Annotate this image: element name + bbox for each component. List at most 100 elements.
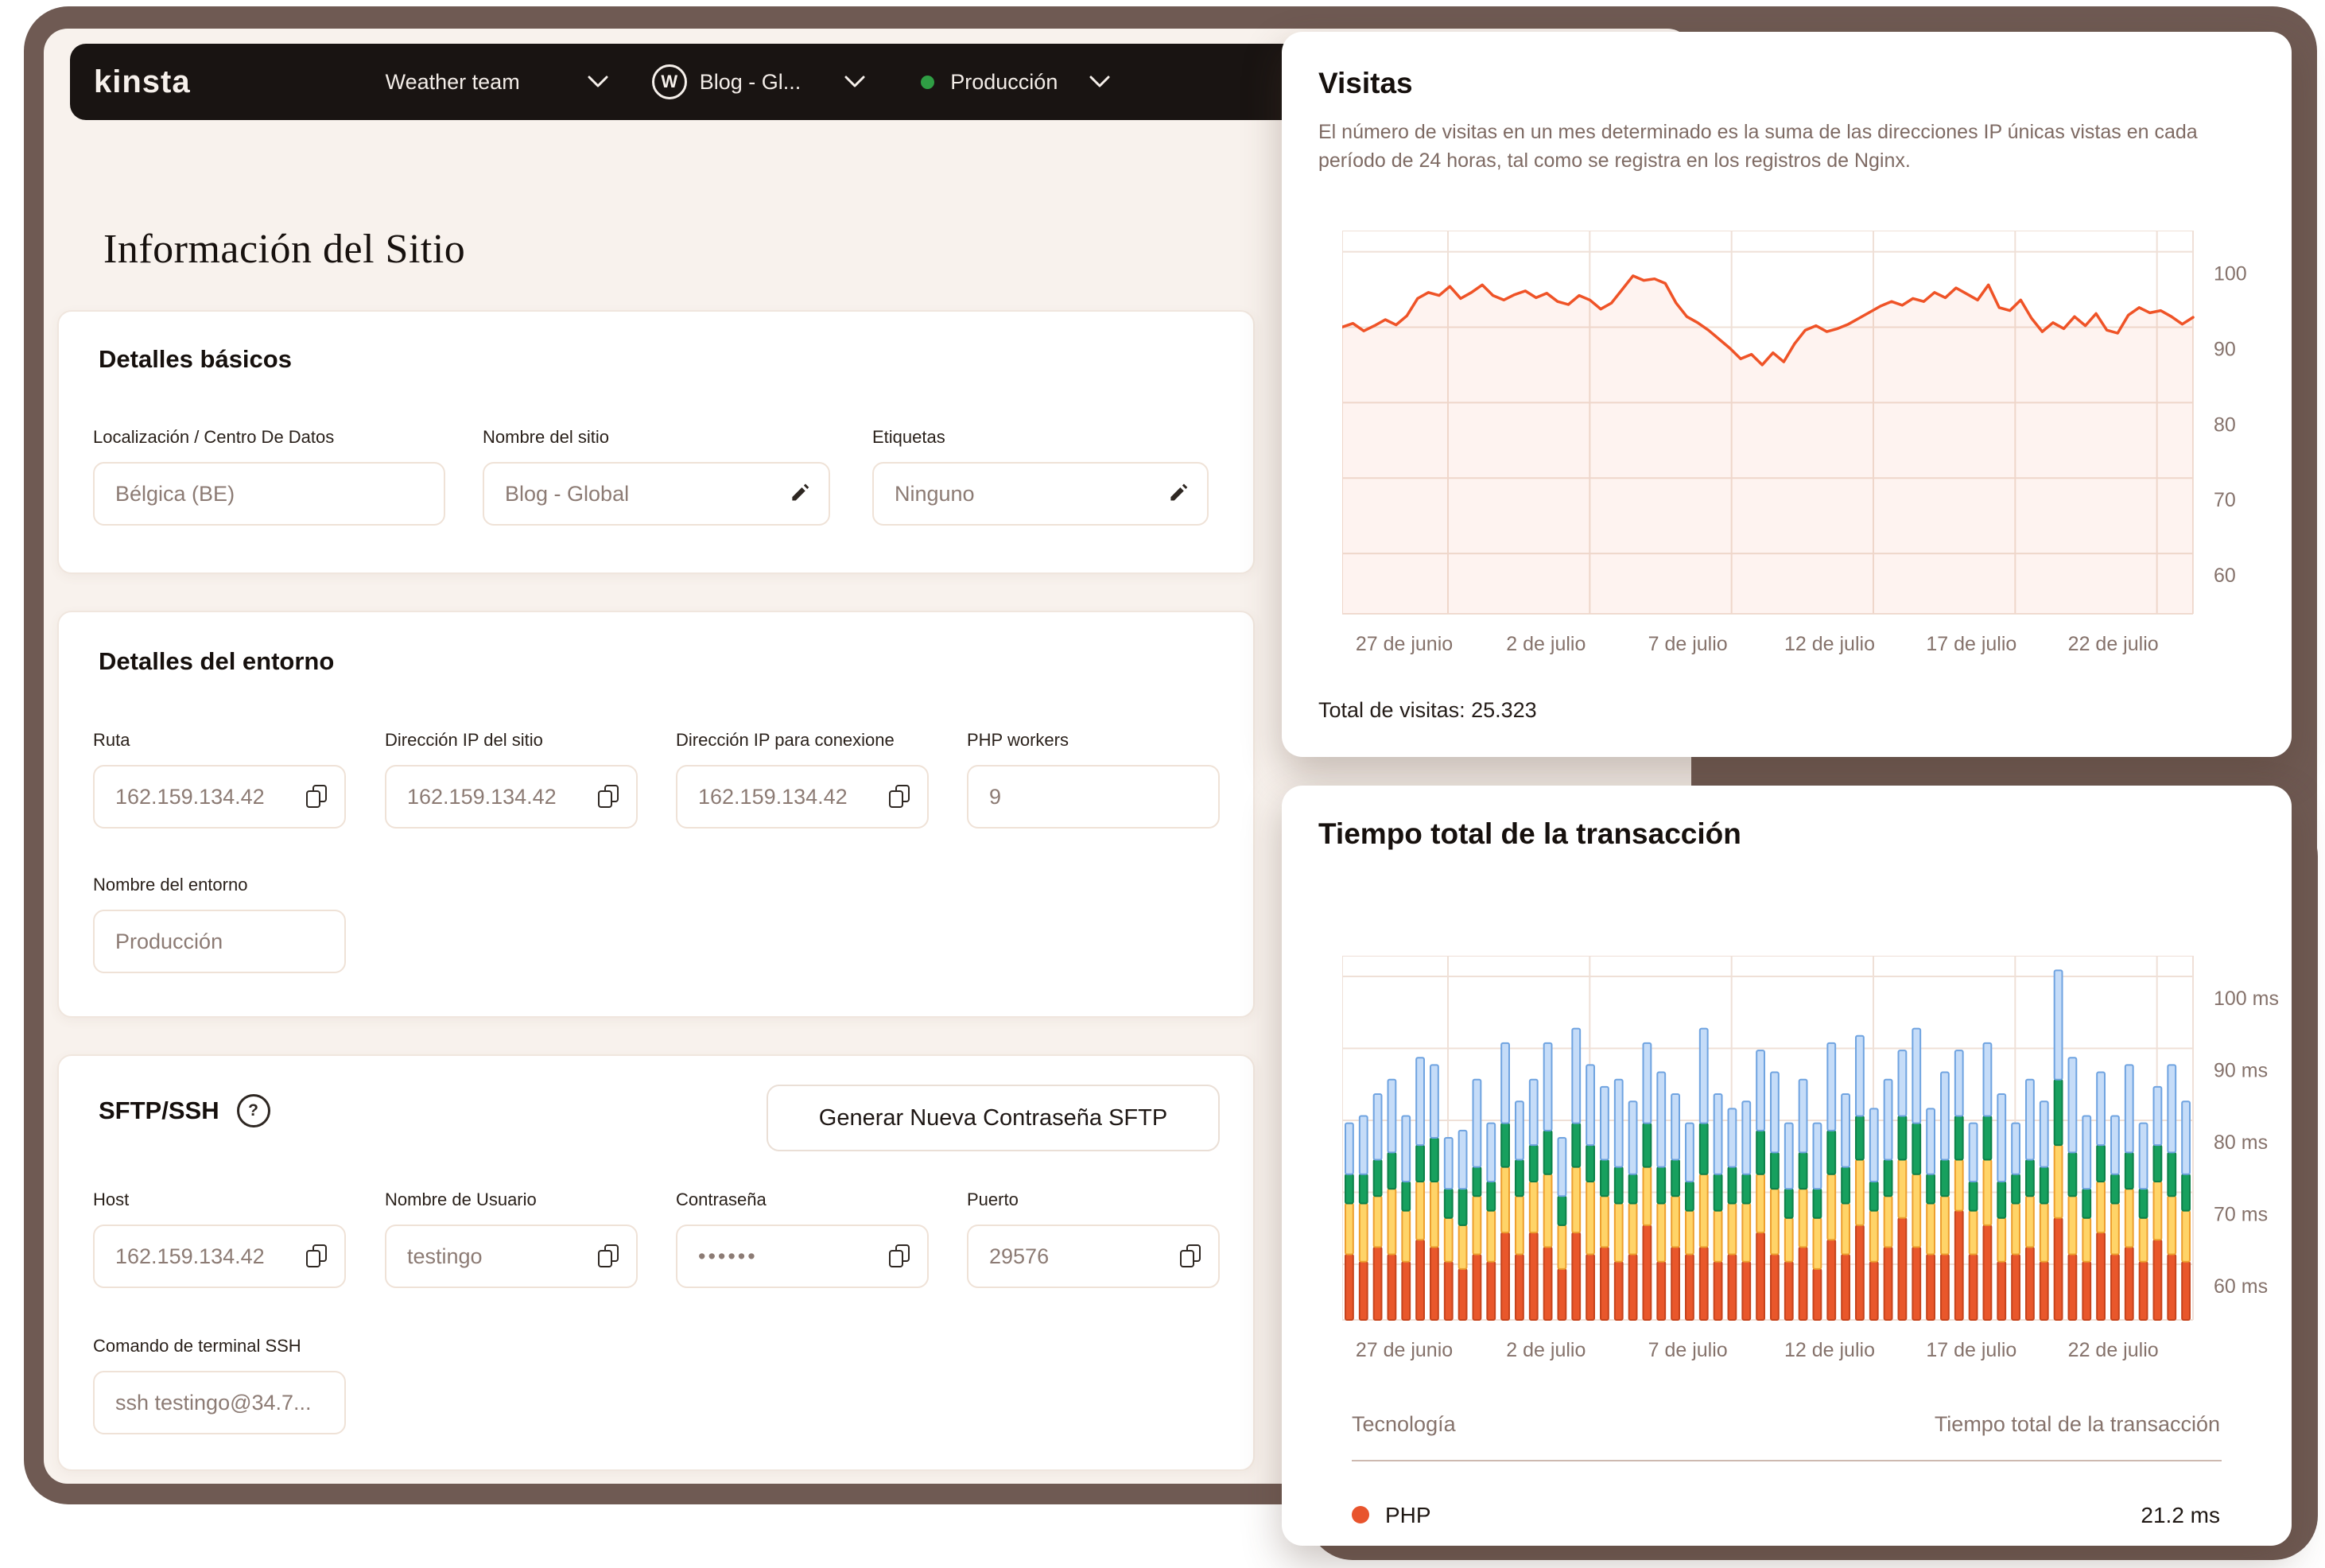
svg-text:2 de julio: 2 de julio (1506, 1339, 1586, 1361)
php-legend-dot (1352, 1506, 1369, 1523)
team-selector[interactable]: Weather team (386, 70, 608, 95)
environment-selector[interactable]: Producción (921, 70, 1110, 95)
site-ip-field[interactable]: 162.159.134.42 (385, 765, 638, 829)
visits-card: Visitas El número de visitas en un mes d… (1282, 32, 2292, 757)
chevron-down-icon (588, 76, 608, 88)
environment-details-panel: Detalles del entorno Ruta 162.159.134.42… (57, 611, 1255, 1018)
environment-name-field[interactable]: Producción (93, 910, 346, 973)
basic-details-panel: Detalles básicos Localización / Centro D… (57, 310, 1255, 574)
field-value: 162.159.134.42 (115, 784, 265, 809)
copy-icon[interactable] (598, 785, 619, 809)
copy-icon[interactable] (306, 785, 327, 809)
section-title: SFTP/SSH? (99, 1094, 270, 1127)
copy-icon[interactable] (306, 1244, 327, 1268)
transaction-bar-chart: 100 ms 90 ms 80 ms 70 ms 60 ms 27 de junio 2 d… (1341, 955, 2288, 1373)
generate-sftp-password-button[interactable]: Generar Nueva Contraseña SFTP (767, 1085, 1220, 1151)
table-header-time: Tiempo total de la transacción (1934, 1412, 2220, 1436)
svg-text:90: 90 (2214, 338, 2236, 360)
pencil-icon[interactable] (789, 483, 811, 505)
section-title: Detalles básicos (99, 345, 292, 373)
field-value: •••••• (698, 1244, 758, 1268)
field-value: 29576 (989, 1244, 1050, 1268)
svg-text:80 ms: 80 ms (2214, 1131, 2268, 1154)
field-value: ssh testingo@34.7... (115, 1390, 312, 1415)
field-label: Contraseña (676, 1190, 767, 1209)
transaction-card: Tiempo total de la transacción 100 ms 90 … (1282, 786, 2292, 1546)
field-value: Ninguno (895, 481, 975, 506)
port-field[interactable]: 29576 (967, 1225, 1220, 1288)
field-label: Localización / Centro De Datos (93, 427, 335, 447)
svg-text:27 de junio: 27 de junio (1356, 1339, 1453, 1361)
pencil-icon[interactable] (1167, 483, 1190, 505)
php-row-value: 21.2 ms (2141, 1503, 2220, 1527)
environment-name: Producción (950, 69, 1058, 94)
field-value: 162.159.134.42 (698, 784, 848, 809)
host-field[interactable]: 162.159.134.42 (93, 1225, 346, 1288)
field-value: Producción (115, 929, 223, 953)
kinsta-logo: kinsta (94, 64, 191, 99)
visits-card-description: El número de visitas en un mes determina… (1318, 121, 2198, 172)
php-row-label[interactable]: PHP (1385, 1503, 1431, 1528)
field-label: Etiquetas (872, 427, 945, 447)
site-selector[interactable]: W Blog - Gl... (651, 64, 866, 99)
password-field[interactable]: •••••• (676, 1225, 929, 1288)
page-title: Información del Sitio (103, 227, 466, 272)
field-label: Ruta (93, 730, 130, 750)
tags-field[interactable]: Ninguno (872, 462, 1209, 526)
svg-text:22 de julio: 22 de julio (2068, 1339, 2159, 1361)
svg-text:100: 100 (2214, 263, 2247, 285)
help-icon[interactable]: ? (236, 1094, 270, 1127)
svg-text:70 ms: 70 ms (2214, 1204, 2268, 1226)
svg-text:80: 80 (2214, 413, 2236, 436)
chevron-down-icon (1089, 76, 1110, 88)
field-label: Nombre del sitio (483, 427, 609, 447)
field-label: PHP workers (967, 730, 1069, 750)
site-name-field[interactable]: Blog - Global (483, 462, 830, 526)
total-visits-text: Total de visitas: 25.323 (1318, 698, 1537, 722)
visits-line-chart: 100 90 80 70 60 27 de junio 2 de julio 7 de jul… (1341, 230, 2288, 668)
svg-text:17 de julio: 17 de julio (1926, 1339, 2016, 1361)
svg-text:27 de junio: 27 de junio (1356, 633, 1453, 655)
ssh-command-field[interactable]: ssh testingo@34.7... (93, 1371, 346, 1434)
copy-icon[interactable] (889, 785, 910, 809)
copy-icon[interactable] (1180, 1244, 1201, 1268)
copy-icon[interactable] (889, 1244, 910, 1268)
team-name: Weather team (385, 69, 520, 94)
field-label: Nombre de Usuario (385, 1190, 537, 1209)
site-name: Blog - Gl... (699, 69, 802, 94)
svg-text:17 de julio: 17 de julio (1926, 633, 2016, 655)
svg-text:60 ms: 60 ms (2214, 1275, 2268, 1298)
svg-text:7 de julio: 7 de julio (1648, 1339, 1728, 1361)
svg-text:60: 60 (2214, 565, 2236, 587)
location-field[interactable]: Bélgica (BE) (93, 462, 445, 526)
path-field[interactable]: 162.159.134.42 (93, 765, 346, 829)
copy-icon[interactable] (598, 1244, 619, 1268)
section-title-text: SFTP/SSH (99, 1096, 219, 1124)
field-value: Bélgica (BE) (115, 481, 235, 506)
field-value: 162.159.134.42 (115, 1244, 265, 1268)
svg-text:70: 70 (2214, 489, 2236, 511)
svg-text:100 ms: 100 ms (2214, 988, 2279, 1010)
transaction-card-title: Tiempo total de la transacción (1318, 817, 1741, 850)
svg-text:2 de julio: 2 de julio (1506, 633, 1586, 655)
table-divider (1352, 1460, 2222, 1461)
visits-card-title: Visitas (1318, 67, 1413, 99)
sftp-ssh-panel: SFTP/SSH? Generar Nueva Contraseña SFTP … (57, 1054, 1255, 1471)
svg-text:90 ms: 90 ms (2214, 1060, 2268, 1082)
environment-status-dot (921, 75, 935, 89)
connection-ip-field[interactable]: 162.159.134.42 (676, 765, 929, 829)
php-workers-field[interactable]: 9 (967, 765, 1220, 829)
wordpress-icon: W (651, 64, 687, 99)
field-value: Blog - Global (505, 481, 630, 506)
field-label: Dirección IP para conexione (676, 730, 895, 750)
field-label: Puerto (967, 1190, 1019, 1209)
svg-text:12 de julio: 12 de julio (1784, 633, 1875, 655)
table-header-technology: Tecnología (1352, 1412, 1456, 1436)
username-field[interactable]: testingo (385, 1225, 638, 1288)
chevron-down-icon (844, 76, 865, 88)
field-label: Host (93, 1190, 130, 1209)
svg-text:12 de julio: 12 de julio (1784, 1339, 1875, 1361)
section-title: Detalles del entorno (99, 647, 335, 675)
svg-text:7 de julio: 7 de julio (1648, 633, 1728, 655)
field-label: Nombre del entorno (93, 875, 248, 895)
